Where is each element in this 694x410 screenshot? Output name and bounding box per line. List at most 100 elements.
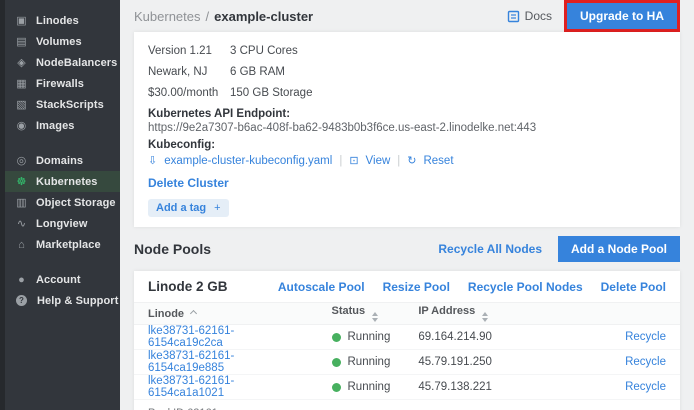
status-cell: Running	[332, 381, 391, 393]
docs-link[interactable]: Docs	[507, 9, 552, 23]
breadcrumb-kubernetes-link[interactable]: Kubernetes	[134, 9, 201, 24]
delete-cluster-button[interactable]: Delete Cluster	[148, 176, 229, 190]
node-ip: 45.79.191.250	[418, 356, 492, 368]
sidebar-item-nodebalancers[interactable]: ◈ NodeBalancers	[5, 52, 120, 73]
sidebar-item-label: Volumes	[36, 36, 82, 48]
column-header-linode[interactable]: Linode	[134, 303, 318, 325]
resize-pool-link[interactable]: Resize Pool	[383, 280, 450, 294]
cluster-cpu: 3 CPU Cores	[230, 45, 666, 57]
sidebar: ▣ Linodes ▤ Volumes ◈ NodeBalancers ▦ Fi…	[0, 0, 120, 410]
sidebar-item-help-support[interactable]: ? Help & Support	[5, 290, 120, 311]
add-node-pool-button[interactable]: Add a Node Pool	[558, 236, 680, 262]
cluster-version: Version 1.21	[148, 45, 230, 57]
sidebar-item-label: Help & Support	[37, 295, 118, 307]
help-icon: ?	[16, 295, 27, 306]
sidebar-item-label: Images	[36, 120, 75, 132]
recycle-pool-nodes-link[interactable]: Recycle Pool Nodes	[468, 280, 583, 294]
status-cell: Running	[332, 356, 391, 368]
node-pools-title: Node Pools	[134, 241, 211, 257]
sidebar-item-linodes[interactable]: ▣ Linodes	[5, 10, 120, 31]
pool-id-label: Pool ID 62161	[134, 400, 680, 410]
node-ip: 45.79.138.221	[418, 381, 492, 393]
annotation-highlight: Upgrade to HA	[564, 0, 680, 32]
delete-cluster-row: Delete Cluster	[148, 176, 666, 190]
sidebar-item-label: Linodes	[36, 15, 79, 27]
cluster-ram: 6 GB RAM	[230, 66, 666, 78]
api-endpoint-label: Kubernetes API Endpoint:	[148, 108, 666, 120]
column-header-label: IP Address	[418, 305, 475, 317]
linodes-icon: ▣	[15, 14, 28, 27]
sidebar-item-label: StackScripts	[36, 99, 104, 111]
add-tag-label: Add a tag	[156, 202, 206, 214]
node-pools-actions: Recycle All Nodes Add a Node Pool	[438, 236, 680, 262]
sidebar-item-images[interactable]: ◉ Images	[5, 115, 120, 136]
column-header-label: Linode	[148, 308, 184, 320]
sidebar-item-label: Kubernetes	[36, 176, 98, 188]
nodebalancers-icon: ◈	[15, 56, 28, 69]
api-endpoint-url: https://9e2a7307-b6ac-408f-ba62-9483b0b3…	[148, 122, 666, 134]
sidebar-item-account[interactable]: ● Account	[5, 269, 120, 290]
sidebar-item-firewalls[interactable]: ▦ Firewalls	[5, 73, 120, 94]
topbar: Kubernetes / example-cluster Docs Upgrad…	[120, 0, 694, 32]
reset-icon: ↻	[407, 154, 416, 167]
upgrade-to-ha-button[interactable]: Upgrade to HA	[567, 3, 677, 29]
kubeconfig-download-link[interactable]: example-cluster-kubeconfig.yaml	[164, 155, 332, 167]
running-status-icon	[332, 333, 341, 342]
sidebar-item-label: Object Storage	[36, 197, 116, 209]
separator: |	[397, 155, 400, 167]
column-header-ip[interactable]: IP Address	[404, 303, 550, 325]
sidebar-item-kubernetes[interactable]: ☸ Kubernetes	[5, 171, 120, 192]
node-link[interactable]: lke38731-62161-6154ca19c2ca	[148, 325, 234, 349]
volumes-icon: ▤	[15, 35, 28, 48]
recycle-node-link[interactable]: Recycle	[625, 331, 666, 343]
column-header-label: Status	[332, 305, 366, 317]
kubeconfig-reset-link[interactable]: Reset	[423, 155, 453, 167]
sidebar-item-label: Longview	[36, 218, 88, 230]
column-header-status[interactable]: Status	[318, 303, 405, 325]
domains-icon: ◎	[15, 154, 28, 167]
node-link[interactable]: lke38731-62161-6154ca1a1021	[148, 375, 234, 399]
plus-icon: +	[214, 202, 220, 214]
status-cell: Running	[332, 331, 391, 343]
running-status-icon	[332, 358, 341, 367]
recycle-node-link[interactable]: Recycle	[625, 381, 666, 393]
breadcrumb-separator: /	[206, 9, 210, 24]
recycle-node-link[interactable]: Recycle	[625, 356, 666, 368]
separator: |	[339, 155, 342, 167]
sidebar-item-object-storage[interactable]: ▥ Object Storage	[5, 192, 120, 213]
breadcrumb: Kubernetes / example-cluster	[134, 9, 313, 24]
kubeconfig-view-link[interactable]: View	[366, 155, 391, 167]
status-label: Running	[348, 356, 391, 368]
breadcrumb-current-cluster: example-cluster	[214, 9, 313, 24]
node-link[interactable]: lke38731-62161-6154ca19e885	[148, 350, 234, 374]
main-content: Kubernetes / example-cluster Docs Upgrad…	[120, 0, 694, 410]
download-icon: ⇩	[148, 154, 157, 167]
sidebar-item-label: NodeBalancers	[36, 57, 117, 69]
longview-icon: ∿	[15, 217, 28, 230]
delete-pool-link[interactable]: Delete Pool	[601, 280, 666, 294]
sidebar-item-domains[interactable]: ◎ Domains	[5, 150, 120, 171]
kubeconfig-actions: ⇩ example-cluster-kubeconfig.yaml | ⊡ Vi…	[148, 154, 666, 167]
sidebar-item-label: Account	[36, 274, 81, 286]
node-pool-card: Linode 2 GB Autoscale Pool Resize Pool R…	[134, 271, 680, 410]
kubernetes-icon: ☸	[15, 175, 28, 188]
sidebar-item-label: Firewalls	[36, 78, 84, 90]
sidebar-item-volumes[interactable]: ▤ Volumes	[5, 31, 120, 52]
running-status-icon	[332, 383, 341, 392]
autoscale-pool-link[interactable]: Autoscale Pool	[278, 280, 365, 294]
sidebar-item-marketplace[interactable]: ⌂ Marketplace	[5, 234, 120, 255]
docs-label: Docs	[525, 9, 552, 23]
table-row: lke38731-62161-6154ca19e885 Running 45.7…	[134, 350, 680, 375]
column-header-actions	[551, 303, 680, 325]
object-storage-icon: ▥	[15, 196, 28, 209]
sidebar-item-stackscripts[interactable]: ▧ StackScripts	[5, 94, 120, 115]
pool-name: Linode 2 GB	[148, 279, 228, 294]
sidebar-item-longview[interactable]: ∿ Longview	[5, 213, 120, 234]
table-row: lke38731-62161-6154ca19c2ca Running 69.1…	[134, 325, 680, 350]
status-label: Running	[348, 381, 391, 393]
sort-icon	[482, 312, 488, 322]
add-tag-button[interactable]: Add a tag +	[148, 199, 229, 217]
account-icon: ●	[15, 274, 28, 286]
recycle-all-nodes-link[interactable]: Recycle All Nodes	[438, 242, 542, 256]
sidebar-group-account: ● Account ? Help & Support	[5, 269, 120, 311]
